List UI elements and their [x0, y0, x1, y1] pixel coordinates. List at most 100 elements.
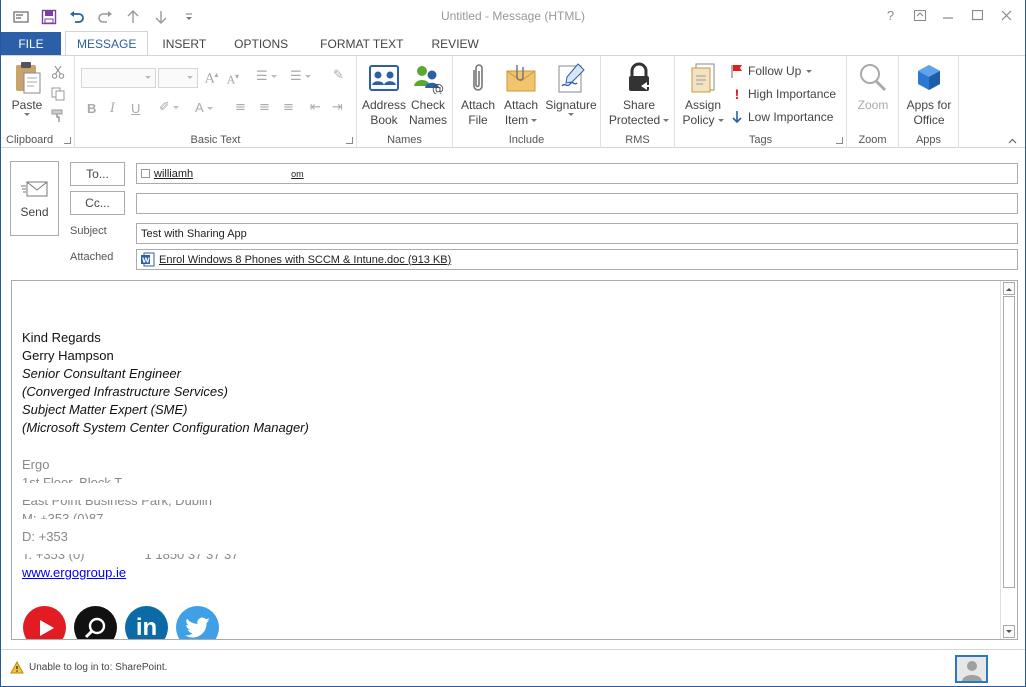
copy-icon	[51, 87, 65, 101]
address-book-icon	[368, 61, 400, 95]
highlight-icon[interactable]: ✐	[159, 100, 179, 115]
status-message: Unable to log in to: SharePoint.	[29, 662, 168, 673]
copy-button[interactable]	[51, 84, 65, 104]
tab-options[interactable]: OPTIONS	[223, 32, 299, 56]
attachment-name: Enrol Windows 8 Phones with SCCM & Intun…	[159, 253, 452, 266]
font-size-combo[interactable]	[158, 68, 198, 88]
bold-button[interactable]: B	[87, 101, 96, 116]
ribbon-display-options-icon[interactable]	[905, 4, 934, 26]
youtube-icon[interactable]	[23, 606, 66, 639]
shrink-font-icon[interactable]: A▾	[227, 72, 239, 87]
exclamation-icon: !	[734, 86, 740, 102]
bullets-icon[interactable]: ☰	[256, 69, 277, 84]
website-anchor[interactable]: www.ergogroup.ie	[22, 565, 126, 580]
cc-field[interactable]	[136, 193, 1018, 214]
red-flag-icon	[731, 65, 742, 78]
attach-item-button[interactable]: Attach Item	[501, 61, 541, 128]
clipboard-launcher-icon[interactable]	[64, 137, 71, 144]
body-scrollbar[interactable]	[1000, 281, 1017, 639]
subject-field[interactable]: Test with Sharing App	[136, 223, 1018, 244]
attach-file-button[interactable]: Attach File	[458, 61, 498, 128]
search-icon[interactable]	[74, 606, 117, 639]
zoom-group: Zoom Zoom	[847, 56, 899, 148]
website-link[interactable]: www.ergogroup.ie	[22, 564, 309, 582]
basic-text-group: A▴ A▾ ☰ ☰ ✎ B I U ✐ A ≡ ≡ ≡ ⇤ ⇥ Basic Te…	[75, 56, 357, 148]
paste-button[interactable]: Paste	[7, 61, 47, 116]
tab-file[interactable]: FILE	[1, 32, 61, 56]
outlook-message-window: Untitled - Message (HTML) ? FILE MESSAGE…	[0, 0, 1026, 687]
avatar[interactable]	[955, 655, 988, 683]
signature-button[interactable]: Signature	[544, 61, 598, 116]
phone-office: T: +353 (0) 1 1850 37 37 37	[22, 546, 309, 564]
grow-font-icon[interactable]: A▴	[205, 70, 218, 86]
magnifier-icon	[857, 61, 889, 95]
apps-for-office-button[interactable]: Apps for Office	[901, 61, 957, 128]
scroll-down-icon[interactable]	[1003, 625, 1015, 638]
message-header: Send To... Cc... Subject Attached willia…	[1, 150, 1025, 275]
font-name-combo[interactable]	[81, 68, 156, 88]
align-right-icon[interactable]: ≡	[283, 100, 294, 115]
person-icon	[961, 661, 982, 681]
align-left-icon[interactable]: ≡	[235, 100, 246, 115]
tab-format-text[interactable]: FORMAT TEXT	[309, 32, 414, 56]
assign-policy-button[interactable]: Assign Policy	[679, 61, 727, 128]
check-names-button[interactable]: @ Check Names	[407, 61, 449, 128]
high-importance-button[interactable]: ! High Importance	[731, 84, 836, 104]
phone-direct: D: +353	[22, 528, 309, 546]
collapse-ribbon-icon[interactable]	[1008, 138, 1017, 144]
check-names-label-2: Names	[408, 113, 447, 127]
scroll-thumb[interactable]	[1003, 296, 1015, 588]
tab-review[interactable]: REVIEW	[421, 32, 490, 56]
tags-launcher-icon[interactable]	[836, 137, 843, 144]
font-color-icon[interactable]: A	[195, 100, 213, 115]
window-controls: ?	[876, 4, 1021, 26]
paste-dropdown-icon	[24, 113, 30, 116]
role-line-4: (Microsoft System Center Configuration M…	[22, 420, 309, 435]
increase-indent-icon[interactable]: ⇥	[332, 100, 343, 115]
twitter-icon[interactable]	[176, 606, 219, 639]
italic-button[interactable]: I	[110, 101, 115, 116]
low-importance-button[interactable]: Low Importance	[731, 107, 833, 127]
recipient[interactable]: williamh om	[141, 168, 304, 180]
attachments-field[interactable]: W Enrol Windows 8 Phones with SCCM & Int…	[136, 249, 1018, 270]
share-protected-button[interactable]: Share Protected	[606, 61, 672, 128]
message-body[interactable]: Kind Regards Gerry Hampson Senior Consul…	[11, 280, 1018, 640]
address-book-label-1: Address	[361, 98, 407, 112]
linkedin-icon[interactable]: in	[125, 606, 168, 639]
address-line-1: 1st Floor, Block T	[22, 474, 309, 492]
subject-label: Subject	[70, 225, 107, 237]
apps-group: Apps for Office Apps	[899, 56, 959, 148]
tab-insert[interactable]: INSERT	[151, 32, 217, 56]
recipient-tail: om	[291, 168, 304, 179]
cut-button[interactable]	[51, 62, 65, 82]
align-center-icon[interactable]: ≡	[259, 100, 270, 115]
attach-item-label-1: Attach	[503, 98, 539, 112]
scroll-up-icon[interactable]	[1003, 282, 1015, 295]
tab-message[interactable]: MESSAGE	[65, 31, 149, 56]
close-icon[interactable]	[992, 4, 1021, 26]
format-painter-icon	[51, 109, 63, 122]
attachment-item[interactable]: W Enrol Windows 8 Phones with SCCM & Int…	[141, 252, 451, 267]
help-button[interactable]: ?	[876, 4, 905, 26]
format-painter-button[interactable]	[51, 106, 65, 126]
to-button[interactable]: To...	[70, 162, 125, 186]
cc-button[interactable]: Cc...	[70, 191, 125, 215]
underline-button[interactable]: U	[131, 101, 140, 116]
attach-file-label-1: Attach	[460, 98, 496, 112]
numbering-icon[interactable]: ☰	[290, 69, 311, 84]
tags-group: Assign Policy Follow Up ! High Importanc…	[675, 56, 847, 148]
zoom-button[interactable]: Zoom	[851, 61, 895, 113]
minimize-icon[interactable]	[934, 4, 963, 26]
basic-text-launcher-icon[interactable]	[346, 137, 353, 144]
send-button[interactable]: Send	[10, 161, 59, 236]
paste-icon	[11, 61, 43, 95]
decrease-indent-icon[interactable]: ⇤	[310, 100, 321, 115]
follow-up-button[interactable]: Follow Up	[731, 61, 813, 81]
address-book-button[interactable]: Address Book	[361, 61, 407, 128]
clear-formatting-icon[interactable]: ✎	[333, 68, 344, 83]
svg-text:W: W	[142, 257, 150, 265]
window-title: Untitled - Message (HTML)	[440, 9, 586, 23]
maximize-icon[interactable]	[963, 4, 992, 26]
apps-group-label: Apps	[915, 134, 942, 146]
to-field[interactable]: williamh om	[136, 163, 1018, 184]
